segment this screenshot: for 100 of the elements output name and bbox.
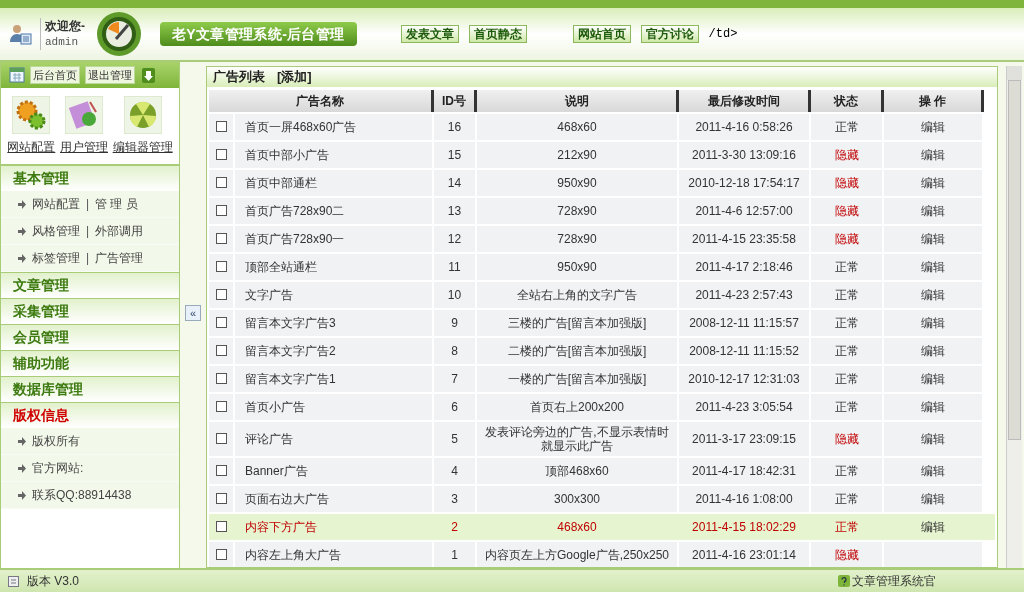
- shortcut-link[interactable]: 用户管理: [60, 138, 108, 156]
- edit-link[interactable]: 编辑: [921, 257, 945, 276]
- section-header[interactable]: 数据库管理: [1, 376, 179, 402]
- checkbox[interactable]: [215, 345, 227, 356]
- menu-link[interactable]: 风格管理: [32, 222, 80, 240]
- status-text: 隐藏: [811, 141, 882, 168]
- table-cell: 顶部468x60: [477, 457, 677, 484]
- edit-link[interactable]: 编辑: [921, 397, 945, 416]
- table-cell: 10: [434, 281, 475, 308]
- column-header: 状态: [811, 89, 884, 112]
- shortcut-link[interactable]: 编辑器管理: [112, 138, 173, 156]
- checkbox[interactable]: [215, 401, 227, 412]
- table-cell: 首页广告728x90一: [235, 225, 432, 252]
- table-cell: 7: [434, 365, 475, 392]
- table-cell: 14: [434, 169, 475, 196]
- table-cell: 留言本文字广告3: [235, 309, 432, 336]
- section-header[interactable]: 辅助功能: [1, 350, 179, 376]
- edit-link[interactable]: 编辑: [921, 489, 945, 508]
- menu-link[interactable]: 官方网站:: [32, 459, 84, 477]
- clipboard-icon[interactable]: [65, 96, 103, 134]
- shortcut-link[interactable]: 网站配置: [7, 138, 56, 156]
- checkbox[interactable]: [215, 149, 227, 160]
- status-text: 隐藏: [811, 197, 882, 224]
- edit-link[interactable]: 编辑: [921, 369, 945, 388]
- arrow-icon: [17, 490, 26, 500]
- table-cell: 一楼的广告[留言本加强版]: [477, 365, 677, 392]
- edit-link[interactable]: 编辑: [921, 285, 945, 304]
- checkbox[interactable]: [215, 233, 227, 244]
- table-cell: 212x90: [477, 141, 677, 168]
- edit-link[interactable]: 编辑: [921, 313, 945, 332]
- edit-link[interactable]: 编辑: [921, 461, 945, 480]
- arrow-icon: [17, 253, 26, 263]
- checkbox[interactable]: [215, 465, 227, 476]
- add-link[interactable]: [添加]: [277, 67, 312, 87]
- table-cell: 9: [434, 309, 475, 336]
- separator-text: |: [86, 196, 90, 213]
- table-cell: 全站右上角的文字广告: [477, 281, 677, 308]
- table-cell: 首页中部通栏: [235, 169, 432, 196]
- table-cell: 2011-3-17 23:09:15: [679, 421, 809, 456]
- edit-link[interactable]: 编辑: [921, 201, 945, 220]
- table-cell: 内容左上角大广告: [235, 541, 432, 567]
- toolbar-button[interactable]: 退出管理: [85, 66, 135, 84]
- arrow-icon: [17, 199, 26, 209]
- checkbox[interactable]: [215, 549, 227, 560]
- edit-link[interactable]: 编辑: [921, 117, 945, 136]
- down-arrow-icon[interactable]: [142, 67, 155, 83]
- column-header: 操 作: [884, 89, 984, 112]
- scrollbar[interactable]: [1006, 66, 1022, 568]
- section-header[interactable]: 采集管理: [1, 298, 179, 324]
- checkbox[interactable]: [215, 289, 227, 300]
- username-text: admin: [45, 35, 79, 50]
- edit-link[interactable]: 编辑: [921, 517, 945, 536]
- checkbox[interactable]: [215, 521, 227, 532]
- table-cell: 2011-3-30 13:09:16: [679, 141, 809, 168]
- checkbox[interactable]: [215, 177, 227, 188]
- menu-link[interactable]: 外部调用: [95, 222, 144, 240]
- section-header[interactable]: 文章管理: [1, 272, 179, 298]
- checkbox[interactable]: [215, 317, 227, 328]
- version-text: 版本 V3.0: [27, 573, 80, 590]
- nav-link[interactable]: 官方讨论: [640, 25, 699, 43]
- edit-link[interactable]: 编辑: [921, 229, 945, 248]
- nav-link[interactable]: 发表文章: [400, 25, 459, 43]
- status-text: 正常: [811, 253, 882, 280]
- checkbox[interactable]: [215, 433, 227, 444]
- status-text: 正常: [811, 485, 882, 512]
- edit-link[interactable]: 编辑: [921, 145, 945, 164]
- table-cell: 留言本文字广告2: [235, 337, 432, 364]
- table-cell: 1: [434, 541, 475, 567]
- table-cell: 首页广告728x90二: [235, 197, 432, 224]
- column-header: ID号: [434, 89, 477, 112]
- status-text: 隐藏: [811, 541, 882, 567]
- section-header[interactable]: 版权信息: [1, 402, 179, 428]
- table-cell: 2008-12-11 11:15:52: [679, 337, 809, 364]
- section-header[interactable]: 基本管理: [1, 165, 179, 191]
- arrow-icon: [17, 463, 26, 473]
- checkbox[interactable]: [215, 121, 227, 132]
- checkbox[interactable]: [215, 261, 227, 272]
- menu-link[interactable]: 网站配置: [32, 195, 80, 213]
- checkbox[interactable]: [215, 205, 227, 216]
- menu-link[interactable]: 广告管理: [95, 249, 144, 267]
- collapse-button[interactable]: «: [185, 305, 201, 321]
- menu-link[interactable]: 管 理 员: [95, 195, 138, 213]
- table-cell: 15: [434, 141, 475, 168]
- nav-link[interactable]: 首页静态: [468, 25, 527, 43]
- section-header[interactable]: 会员管理: [1, 324, 179, 350]
- edit-link[interactable]: 编辑: [921, 173, 945, 192]
- table-cell: 12: [434, 225, 475, 252]
- gears-icon[interactable]: [12, 96, 51, 134]
- table-cell: 2011-4-16 0:58:26: [679, 113, 809, 140]
- toolbar-button[interactable]: 后台首页: [30, 66, 80, 84]
- menu-link[interactable]: 版权所有: [32, 432, 80, 450]
- table-cell: 2011-4-23 3:05:54: [679, 393, 809, 420]
- edit-link[interactable]: 编辑: [921, 429, 945, 448]
- nav-link[interactable]: 网站首页: [572, 25, 631, 43]
- checkbox[interactable]: [215, 493, 227, 504]
- menu-link[interactable]: 标签管理: [32, 249, 80, 267]
- table-cell: 728x90: [477, 197, 677, 224]
- checkbox[interactable]: [215, 373, 227, 384]
- edit-link[interactable]: 编辑: [921, 341, 945, 360]
- table-cell: 950x90: [477, 169, 677, 196]
